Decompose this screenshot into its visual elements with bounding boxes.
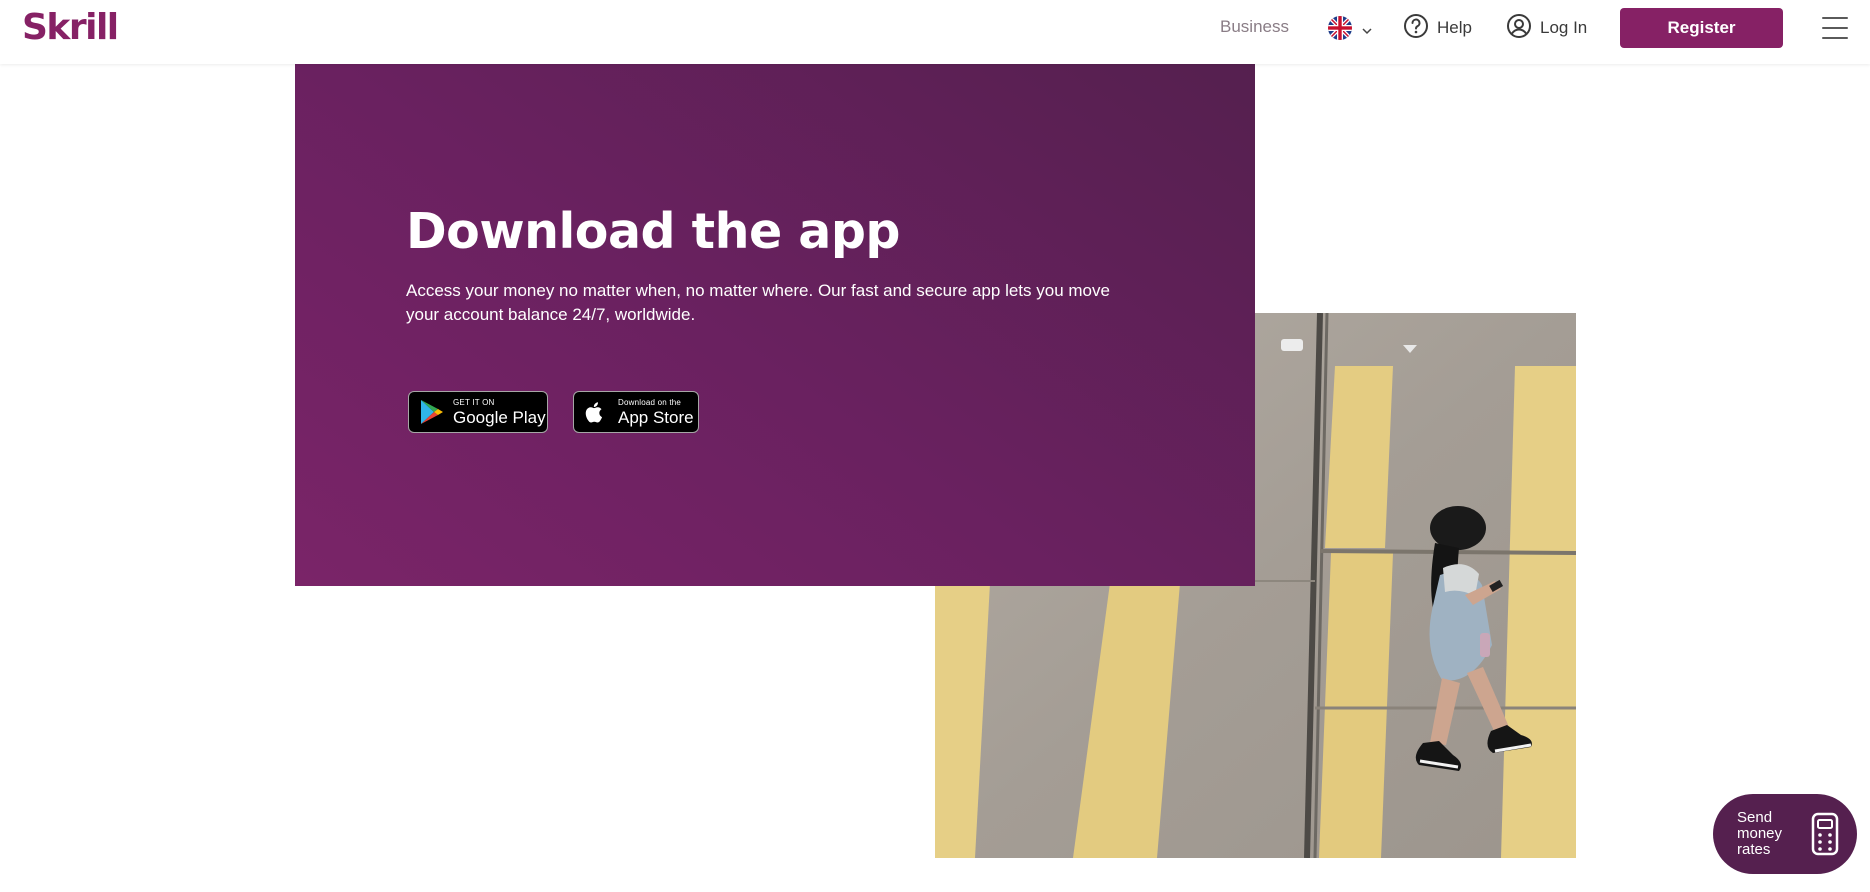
hamburger-menu-icon[interactable] [1822,15,1848,41]
app-store-badge[interactable]: Download on the App Store [573,391,699,433]
login-label: Log In [1540,18,1588,37]
hero-description: Access your money no matter when, no mat… [406,281,1110,324]
send-money-rates-label: Send money rates [1737,809,1783,858]
question-circle-icon [1403,13,1429,44]
google-play-small-text: GET IT ON [453,397,495,407]
app-store-small-text: Download on the [618,397,682,407]
uk-flag-icon [1328,16,1352,40]
user-circle-icon [1506,13,1532,44]
app-store-big-text: App Store [618,407,694,427]
apple-icon [582,397,612,427]
help-label: Help [1437,18,1472,37]
login-link[interactable]: Log In [1506,13,1588,44]
google-play-icon [417,397,447,427]
help-link[interactable]: Help [1403,13,1472,44]
calculator-icon [1811,812,1839,856]
skrill-logo[interactable]: Skrill [22,8,119,48]
send-money-rates-button[interactable]: Send money rates [1713,794,1857,874]
business-link[interactable]: Business [1220,16,1289,38]
language-selector[interactable] [1328,14,1378,42]
page: Skrill Business Help Log In Register Dow… [0,0,1870,892]
google-play-big-text: Google Play [453,407,546,427]
hero-title: Download the app [406,203,900,260]
google-play-badge[interactable]: GET IT ON Google Play [408,391,548,433]
register-button[interactable]: Register [1620,8,1783,48]
site-header: Skrill Business Help Log In Register [0,0,1870,64]
download-app-hero: Download the app Access your money no ma… [295,64,1255,586]
chevron-down-icon [1362,23,1372,35]
